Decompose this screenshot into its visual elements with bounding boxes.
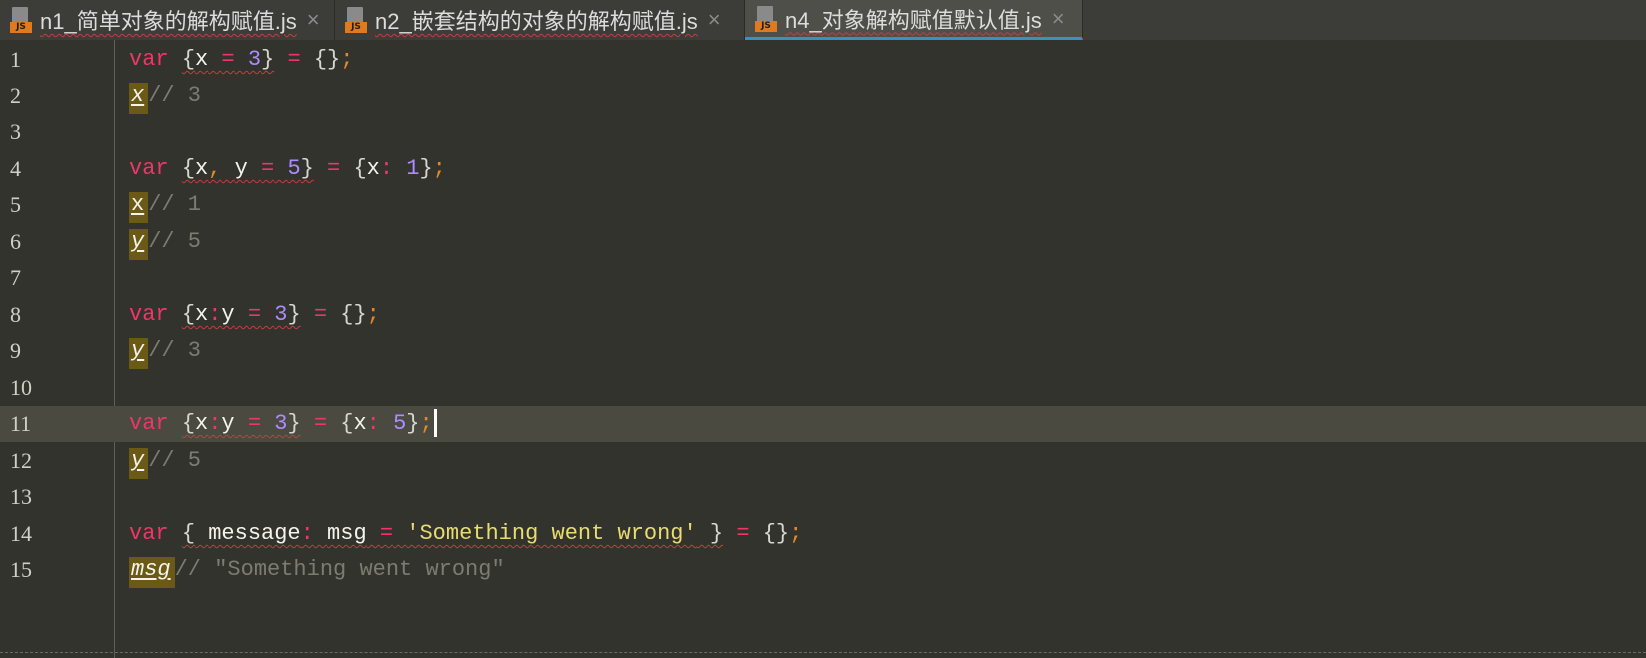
code-text: var { message: msg = 'Something went wro… [129,521,803,546]
code-line-9[interactable]: 9 y// 3 [0,333,1646,369]
code-line-15[interactable]: 15 msg// "Something went wrong" [0,552,1646,588]
line-number: 8 [10,302,21,327]
code-line-8[interactable]: 8 var {x:y = 3} = {}; [0,297,1646,333]
code-text: y// 5 [129,443,201,479]
code-text: var {x:y = 3} = {}; [129,302,380,327]
line-number: 7 [10,265,21,290]
code-line-6[interactable]: 6 y// 5 [0,224,1646,260]
tab-label: n1_简单对象的解构赋值.js [40,9,297,34]
code-line-1[interactable]: 1 var {x = 3} = {}; [0,42,1646,78]
code-text: var {x = 3} = {}; [129,47,354,72]
line-number: 4 [10,156,21,181]
code-line-7[interactable]: 7 [0,260,1646,296]
tab-label: n2_嵌套结构的对象的解构赋值.js [375,9,698,34]
editor-tab-bar: JS n1_简单对象的解构赋值.js × JS n2_嵌套结构的对象的解构赋值.… [0,0,1646,40]
code-line-14[interactable]: 14 var { message: msg = 'Something went … [0,516,1646,552]
code-line-13[interactable]: 13 [0,479,1646,515]
close-icon[interactable]: × [307,7,320,33]
code-text: y// 5 [129,224,201,260]
line-number: 13 [10,484,32,509]
code-text: var {x:y = 3} = {x: 5}; [129,406,437,442]
line-number: 10 [10,375,32,400]
code-text: x// 1 [129,187,201,223]
line-number: 15 [10,557,32,582]
close-icon[interactable]: × [1052,6,1065,32]
code-line-11-current[interactable]: 11 var {x:y = 3} = {x: 5}; [0,406,1646,442]
line-number: 14 [10,521,32,546]
code-editor[interactable]: 1 var {x = 3} = {}; 2 x// 3 3 4 var {x, … [0,40,1646,658]
code-text: y// 3 [129,333,201,369]
tab-label: n4_对象解构赋值默认值.js [785,7,1042,33]
line-number: 3 [10,119,21,144]
js-file-icon: JS [345,7,369,33]
code-line-4[interactable]: 4 var {x, y = 5} = {x: 1}; [0,151,1646,187]
close-icon[interactable]: × [708,7,721,33]
code-line-12[interactable]: 12 y// 5 [0,443,1646,479]
line-number: 12 [10,448,32,473]
tab-n2[interactable]: JS n2_嵌套结构的对象的解构赋值.js × [335,0,745,40]
line-number: 5 [10,192,21,217]
line-number: 2 [10,83,21,108]
code-line-5[interactable]: 5 x// 1 [0,187,1646,223]
code-line-3[interactable]: 3 [0,114,1646,150]
text-cursor [433,409,437,438]
line-number: 6 [10,229,21,254]
code-text: x// 3 [129,78,201,114]
code-line-10[interactable]: 10 [0,370,1646,406]
line-number: 11 [10,411,32,436]
js-file-icon: JS [10,7,34,33]
editor-bottom-divider [0,652,1646,654]
line-number: 9 [10,338,21,363]
tab-n4-active[interactable]: JS n4_对象解构赋值默认值.js × [745,0,1083,40]
line-number: 1 [10,47,21,72]
code-line-2[interactable]: 2 x// 3 [0,78,1646,114]
tab-n1[interactable]: JS n1_简单对象的解构赋值.js × [0,0,335,40]
code-text: msg// "Something went wrong" [129,552,505,588]
code-text: var {x, y = 5} = {x: 1}; [129,156,446,181]
js-file-icon: JS [755,5,779,32]
